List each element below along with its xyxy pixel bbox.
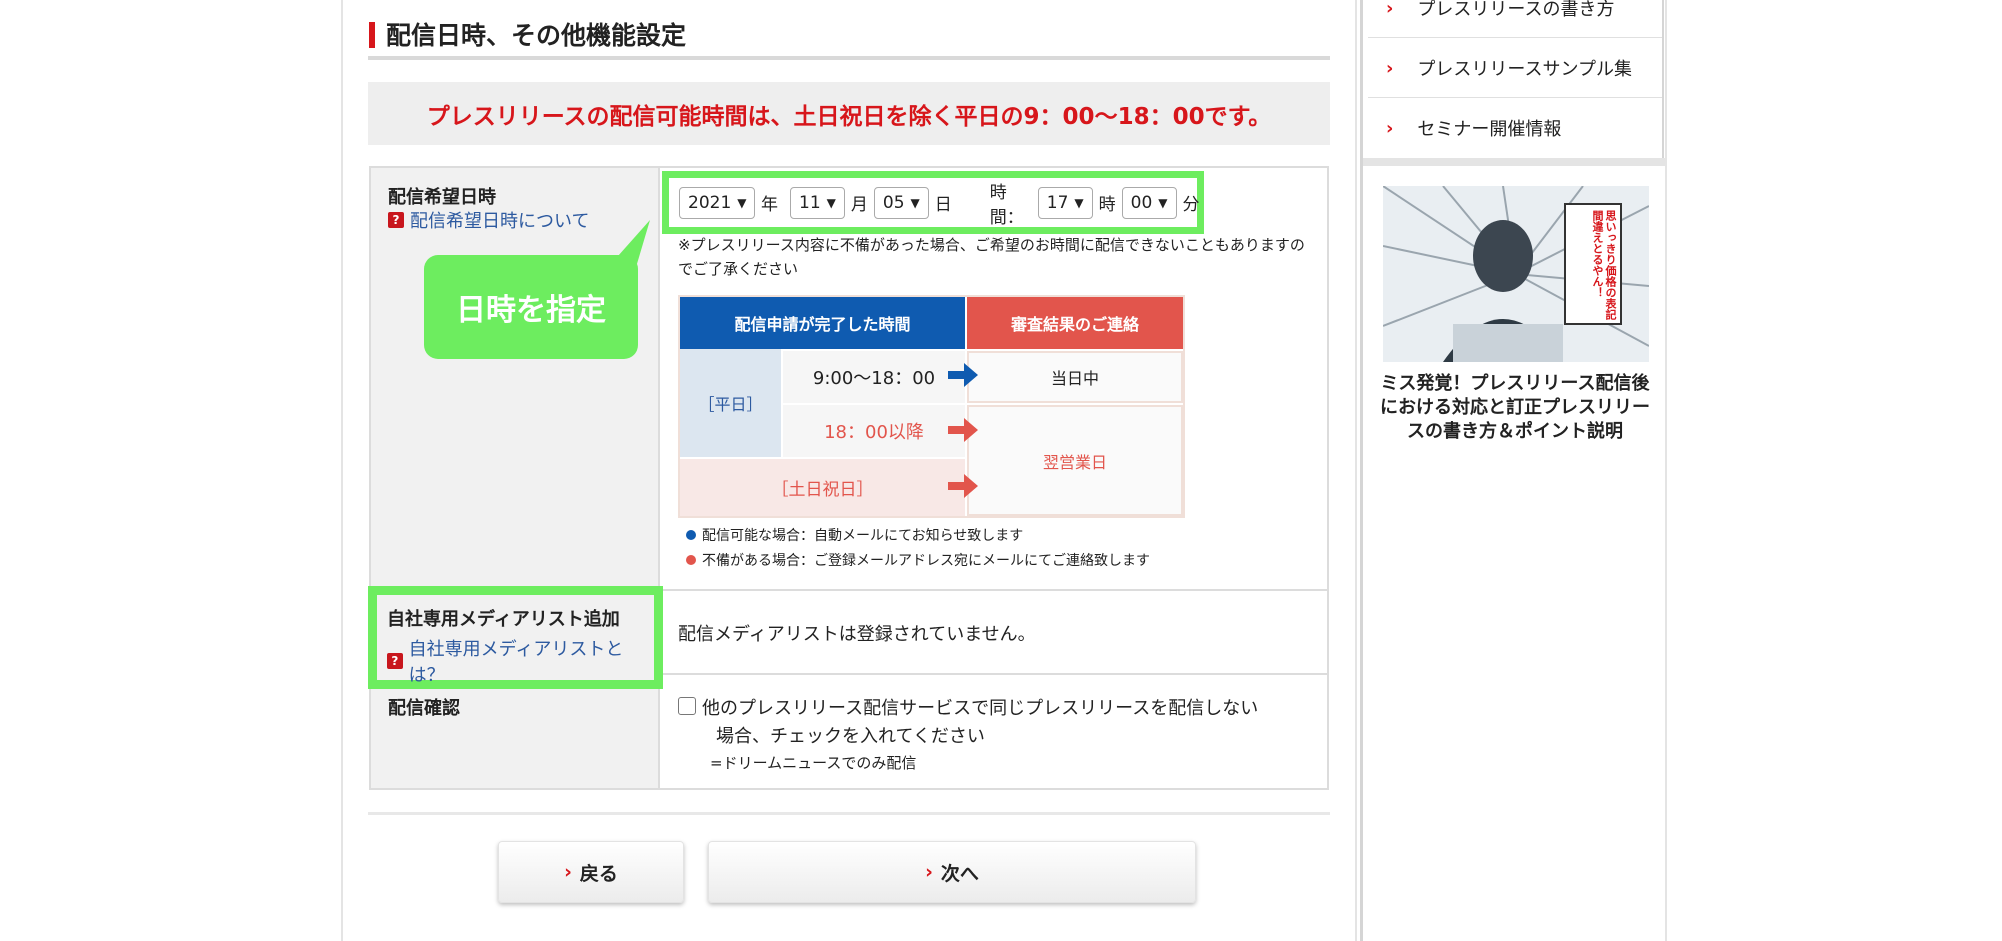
review-timing-table: 配信申請が完了した時間 審査結果のご連絡 ［平日］ 9:00〜18：00 18：…	[678, 295, 1185, 518]
article-thumbnail[interactable]: 思いっきり価格の表記間違えとるやん！	[1383, 186, 1649, 362]
callout-text: 日時を指定	[456, 293, 606, 328]
day-value: 05	[882, 192, 905, 213]
legend-blue-text: 配信可能な場合：自動メールにてお知らせ致します	[702, 528, 1024, 544]
section-title-marker	[369, 22, 375, 48]
sidebar-item-label: プレスリリースの書き方	[1417, 0, 1615, 20]
month-select[interactable]: 11 ▼	[790, 186, 845, 219]
schedule-help-link[interactable]: ? 配信希望日時について	[388, 207, 589, 233]
arrow-right-icon	[948, 474, 978, 498]
back-button-label: 戻る	[579, 862, 618, 885]
checkbox-label-line1: 他のプレスリリース配信サービスで同じプレスリリースを配信しない	[702, 698, 1259, 719]
time-label: 時間：	[989, 182, 1024, 228]
sidebar-menu-bottom-border	[1363, 158, 1665, 166]
holiday-cell: ［土日祝日］	[680, 459, 965, 516]
result-same-day: 当日中	[967, 351, 1183, 403]
sidebar-right-border	[1665, 0, 1667, 941]
media-help-text: 自社専用メディアリストとは？	[408, 639, 624, 686]
minute-select[interactable]: 00 ▼	[1121, 186, 1177, 219]
question-icon: ?	[387, 653, 403, 669]
notice-text: プレスリリースの配信可能時間は、土日祝日を除く平日の9：00〜18：00です。	[426, 103, 1272, 130]
media-help-link[interactable]: ? 自社専用メディアリストとは？	[387, 635, 654, 687]
schedule-label: 配信希望日時	[388, 187, 496, 208]
chevron-right-icon: ›	[1386, 57, 1394, 79]
sidebar-item-label: セミナー開催情報	[1417, 119, 1562, 140]
year-value: 2021	[688, 192, 732, 213]
checkbox-label-line2: 場合、チェックを入れてください	[716, 726, 985, 747]
schedule-note: ※プレスリリース内容に不備があった場合、ご希望のお時間に配信できないこともありま…	[678, 236, 1305, 278]
red-dot-icon	[686, 555, 696, 565]
column-divider	[658, 168, 660, 788]
chevron-down-icon: ▼	[1158, 195, 1168, 210]
weekday-time-2: 18：00以降	[783, 405, 965, 457]
chevron-right-icon: ›	[1386, 117, 1394, 139]
arrow-right-icon	[948, 363, 978, 387]
checkbox-sub-note: =ドリームニュースでのみ配信	[710, 754, 917, 772]
hour-unit: 時	[1098, 195, 1116, 215]
chevron-right-icon: ›	[1386, 0, 1394, 19]
content-left-border	[341, 0, 343, 941]
chevron-down-icon: ▼	[1074, 195, 1084, 210]
legend-red: 不備がある場合：ご登録メールアドレス宛にメールにてご連絡致します	[686, 550, 1150, 570]
thumbnail-text: 思いっきり価格の表記間違えとるやん！	[1591, 210, 1617, 320]
schedule-help-text: 配信希望日時について	[410, 211, 590, 232]
chevron-right-icon: ›	[564, 861, 572, 883]
sidebar-left-border	[1360, 0, 1363, 941]
bottom-divider	[368, 812, 1330, 815]
sidebar-item-samples[interactable]: › プレスリリースサンプル集	[1368, 38, 1662, 98]
notice-banner: プレスリリースの配信可能時間は、土日祝日を除く平日の9：00〜18：00です。	[368, 82, 1330, 145]
title-underline	[368, 56, 1330, 60]
back-button[interactable]: › 戻る	[498, 841, 684, 903]
day-select[interactable]: 05 ▼	[873, 186, 929, 219]
sidebar-item-label: プレスリリースサンプル集	[1417, 59, 1632, 80]
day-unit: 日	[934, 195, 952, 215]
sidebar-item-seminar[interactable]: › セミナー開催情報	[1368, 98, 1662, 158]
hour-select[interactable]: 17 ▼	[1037, 186, 1093, 219]
chevron-down-icon: ▼	[826, 195, 836, 210]
weekday-cell: ［平日］	[680, 349, 781, 457]
chevron-down-icon: ▼	[910, 195, 920, 210]
question-icon: ?	[388, 212, 404, 228]
legend-blue: 配信可能な場合：自動メールにてお知らせ致します	[686, 525, 1023, 545]
chevron-down-icon: ▼	[737, 195, 747, 210]
year-unit: 年	[761, 195, 778, 215]
month-value: 11	[799, 192, 821, 213]
sidebar-menu-right-border	[1662, 0, 1664, 160]
page-title: 配信日時、その他機能設定	[386, 21, 687, 50]
confirm-label: 配信確認	[388, 698, 460, 719]
weekday-time-1: 9:00〜18：00	[783, 351, 965, 403]
table-header-right: 審査結果のご連絡	[967, 297, 1183, 349]
sidebar-item-writing-guide[interactable]: › プレスリリースの書き方	[1368, 0, 1662, 38]
table-header-left: 配信申請が完了した時間	[680, 297, 965, 349]
callout-bubble: 日時を指定	[424, 255, 638, 359]
media-list-label-box: 自社専用メディアリスト追加 ? 自社専用メディアリストとは？	[368, 586, 663, 689]
result-next-day: 翌営業日	[967, 405, 1183, 516]
media-label: 自社専用メディアリスト追加	[387, 609, 620, 630]
month-unit: 月	[850, 195, 868, 215]
datetime-selector: 2021 ▼ 年 11 ▼ 月 05 ▼ 日 時間： 17 ▼ 時 00 ▼ 分	[662, 171, 1204, 234]
year-select[interactable]: 2021 ▼	[679, 186, 755, 219]
chevron-right-icon: ›	[925, 861, 933, 883]
arrow-right-icon	[948, 418, 978, 442]
blue-dot-icon	[686, 530, 696, 540]
next-button-label: 次へ	[940, 862, 979, 885]
single-distribution-checkbox[interactable]	[678, 697, 696, 715]
article-title-link[interactable]: ミス発覚！プレスリリース配信後における対応と訂正プレスリリースの書き方＆ポイント…	[1374, 372, 1656, 444]
content-right-border	[1355, 0, 1357, 941]
next-button[interactable]: › 次へ	[708, 841, 1196, 903]
hour-value: 17	[1046, 192, 1069, 213]
minute-unit: 分	[1182, 195, 1200, 215]
legend-red-text: 不備がある場合：ご登録メールアドレス宛にメールにてご連絡致します	[702, 553, 1150, 569]
media-value: 配信メディアリストは登録されていません。	[678, 624, 1036, 645]
minute-value: 00	[1130, 192, 1153, 213]
